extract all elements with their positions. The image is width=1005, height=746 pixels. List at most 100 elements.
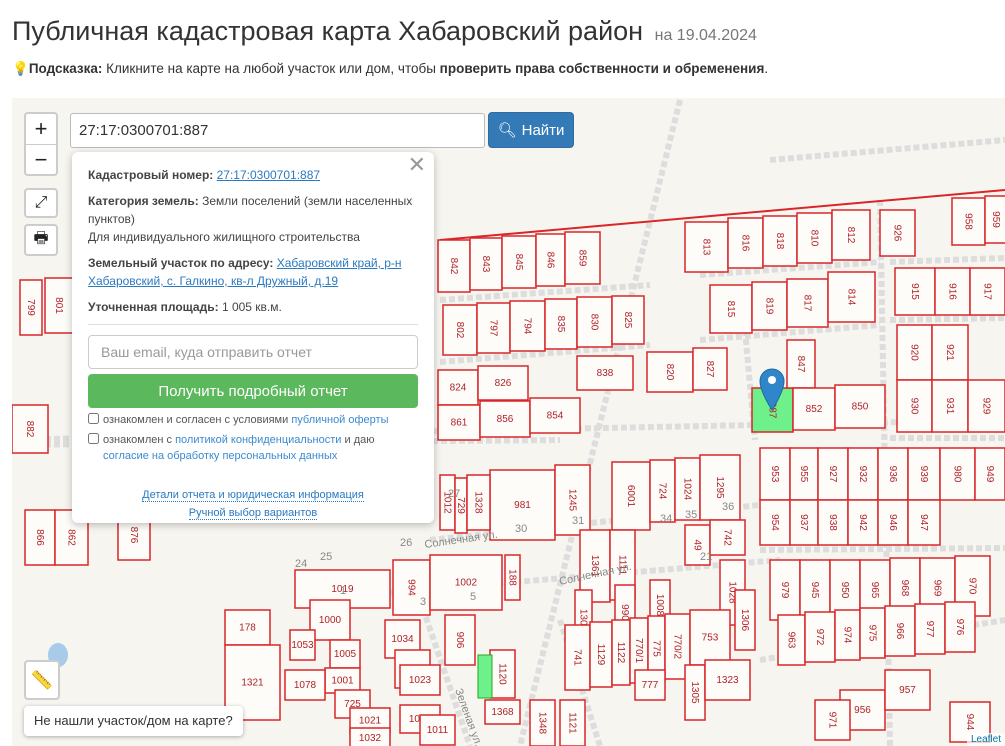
parcel-label: 876 xyxy=(128,527,139,544)
parcel-label: 801 xyxy=(53,297,64,314)
highlight-parcel xyxy=(477,654,493,699)
parcel-label: 915 xyxy=(909,283,920,300)
parcel-label: 976 xyxy=(954,619,965,636)
parcel-label: 850 xyxy=(852,402,869,413)
fullscreen-button[interactable]: ⤢ xyxy=(24,188,58,218)
parcel-label: 969 xyxy=(932,580,943,597)
parcel-label: 932 xyxy=(857,466,868,483)
privacy-consent: ознакомлен с политикой конфиденциальност… xyxy=(88,432,418,464)
house-number: 1 xyxy=(340,585,346,597)
zoom-in-button[interactable]: + xyxy=(26,114,56,144)
parcel-label: 1306 xyxy=(739,609,750,632)
hint: 💡Подсказка: Кликните на карте на любой у… xyxy=(12,61,768,77)
parcel-label: 813 xyxy=(701,239,712,256)
measure-button[interactable]: 📏 xyxy=(24,660,60,700)
parcel-label: 820 xyxy=(664,364,675,381)
parcel-label: 816 xyxy=(740,235,751,252)
find-button[interactable]: 🔍︎ Найти xyxy=(488,112,574,148)
parcel-label: 1005 xyxy=(334,649,357,660)
parcel-label: 802 xyxy=(454,322,465,339)
offer-link[interactable]: публичной оферты xyxy=(291,414,388,426)
parcel-label: 994 xyxy=(406,579,417,596)
house-number: 21 xyxy=(700,551,712,563)
parcel-label: 843 xyxy=(480,256,491,273)
parcel-label: 1011 xyxy=(427,725,449,736)
parcel-label: 814 xyxy=(846,289,857,306)
parcel-label: 826 xyxy=(495,378,512,389)
cat-label: Категория земель: xyxy=(88,194,199,208)
parcel-label: 1120 xyxy=(497,663,508,685)
parcel-label: 770/1 xyxy=(633,638,644,663)
personal-data-link[interactable]: согласие на обработку персональных данны… xyxy=(103,450,337,462)
parcel-label: 817 xyxy=(802,295,813,312)
parcel-label: 825 xyxy=(622,312,633,329)
parcel-label: 741 xyxy=(572,649,583,666)
marker-dot xyxy=(768,376,776,384)
parcel-label: 824 xyxy=(450,383,467,394)
cad-link[interactable]: 27:17:0300701:887 xyxy=(217,168,320,182)
offer-checkbox[interactable] xyxy=(88,413,99,424)
parcel-label: 942 xyxy=(857,514,868,531)
parcel-label: 1034 xyxy=(391,634,414,645)
cad-number: Кадастровый номер: 27:17:0300701:887 xyxy=(88,166,418,184)
parcel-label: 770/2 xyxy=(672,634,683,659)
parcel-label: 845 xyxy=(513,254,524,271)
not-found-button[interactable]: Не нашли участок/дом на карте? xyxy=(24,706,243,736)
parcel-label: 959 xyxy=(990,211,1001,228)
parcel-label: 1305 xyxy=(689,681,700,704)
get-report-button[interactable]: Получить подробный отчет xyxy=(88,374,418,408)
parcel-label: 775 xyxy=(651,640,662,657)
close-icon[interactable]: ✕ xyxy=(408,154,426,176)
parcel-label: 916 xyxy=(947,283,958,300)
parcel-label: 979 xyxy=(779,582,790,599)
parcel-label: 794 xyxy=(522,318,533,335)
parcel-label: 930 xyxy=(909,398,920,415)
parcel-label: 945 xyxy=(809,582,820,599)
parcel-label: 861 xyxy=(451,418,468,429)
parcel-label: 1368 xyxy=(491,707,514,718)
leaflet-attribution[interactable]: Leaflet xyxy=(966,733,1005,746)
parcel-label: 938 xyxy=(827,514,838,531)
privacy-link[interactable]: политикой конфиденциальности xyxy=(175,434,341,446)
parcel-label: 954 xyxy=(769,514,780,531)
privacy-checkbox[interactable] xyxy=(88,433,99,444)
parcel-label: 810 xyxy=(809,230,820,247)
expand-icon: ⤢ xyxy=(34,194,48,211)
parcel-label: 977 xyxy=(924,621,935,638)
email-input[interactable] xyxy=(88,335,418,369)
house-number: 26 xyxy=(400,537,412,549)
hint-bold: проверить права собственности и обремене… xyxy=(439,61,765,76)
area-value: 1 005 кв.м. xyxy=(221,300,282,314)
parcel-label: 975 xyxy=(867,625,878,642)
page-title: Публичная кадастровая карта Хабаровский … xyxy=(12,16,757,47)
details-link[interactable]: Детали отчета и юридическая информация xyxy=(142,489,364,502)
parcel-label: 1121 xyxy=(567,712,578,734)
parcel-label: 882 xyxy=(24,421,35,438)
house-number: 3 xyxy=(420,596,426,608)
parcel-label: 968 xyxy=(899,580,910,597)
parcel-label: 830 xyxy=(589,314,600,331)
parcel-label: 1323 xyxy=(716,675,739,686)
parcel-label: 944 xyxy=(964,714,975,731)
zoom-out-button[interactable]: − xyxy=(26,144,56,174)
parcel-label: 724 xyxy=(657,483,668,500)
chk2-mid: и даю xyxy=(341,434,375,446)
house-number: 27 xyxy=(448,488,460,500)
house-number: 25 xyxy=(320,551,332,563)
parcel-label: 866 xyxy=(34,529,45,546)
cadastral-search-input[interactable] xyxy=(70,113,485,148)
hint-end: . xyxy=(764,61,769,76)
hint-label: Подсказка: xyxy=(28,61,103,76)
divider xyxy=(88,324,418,325)
parcel-label: 862 xyxy=(66,529,77,546)
parcel-label: 926 xyxy=(892,225,903,242)
road xyxy=(759,545,1005,553)
chk2-text: ознакомлен с xyxy=(103,434,176,446)
parcel-label: 917 xyxy=(982,283,993,300)
parcel-label: 1053 xyxy=(291,640,314,651)
print-button[interactable]: 🖶 xyxy=(24,224,58,256)
parcel-label: 753 xyxy=(702,633,719,644)
cad-label: Кадастровый номер: xyxy=(88,168,214,182)
parcel-label: 799 xyxy=(25,299,36,316)
manual-choice-link[interactable]: Ручной выбор вариантов xyxy=(188,507,318,520)
